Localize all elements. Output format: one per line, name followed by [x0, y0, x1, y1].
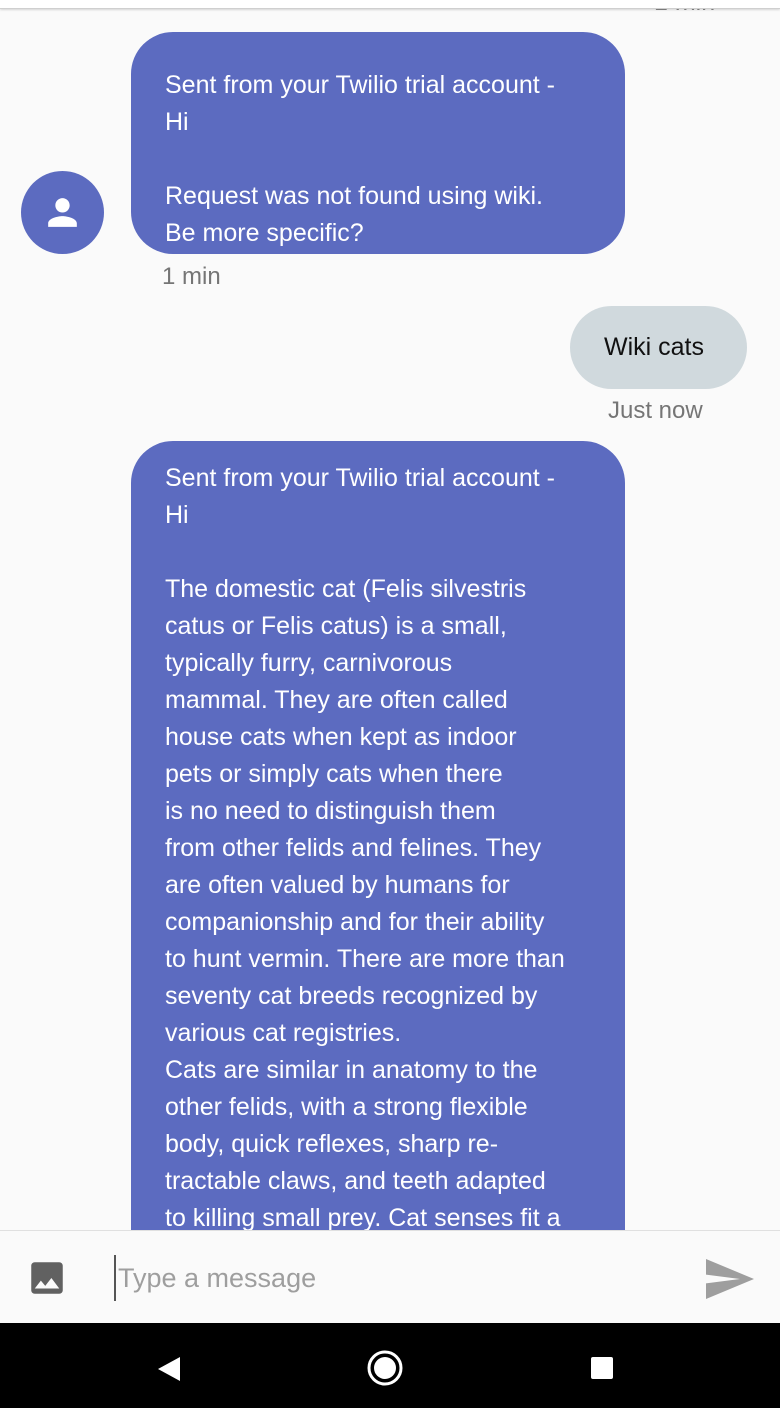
message-input[interactable]: [114, 1255, 680, 1301]
top-divider: [0, 0, 780, 9]
attach-image-button[interactable]: [26, 1257, 68, 1299]
home-icon[interactable]: [366, 1349, 404, 1387]
message-timestamp: Just now: [608, 397, 703, 424]
message-timestamp: 1 min: [162, 263, 221, 290]
incoming-message-bubble[interactable]: Sent from your Twilio trial account - Hi…: [131, 441, 625, 1230]
image-icon: [31, 1262, 63, 1294]
recents-icon[interactable]: [590, 1356, 614, 1380]
message-text: Sent from your Twilio trial account - Hi…: [165, 71, 555, 247]
outgoing-message-bubble[interactable]: Wiki cats: [570, 306, 747, 389]
person-icon: [48, 198, 77, 227]
back-icon[interactable]: [156, 1355, 182, 1383]
message-text: Wiki cats: [604, 333, 704, 361]
message-composer: [0, 1230, 780, 1324]
send-icon: [706, 1259, 754, 1299]
incoming-message-bubble[interactable]: Sent from your Twilio trial account - Hi…: [131, 32, 625, 254]
message-text: Sent from your Twilio trial account - Hi…: [165, 464, 565, 1230]
message-thread[interactable]: 1 min Sent from your Twilio trial accoun…: [0, 0, 780, 1230]
avatar[interactable]: [21, 171, 104, 254]
send-button[interactable]: [704, 1257, 756, 1301]
